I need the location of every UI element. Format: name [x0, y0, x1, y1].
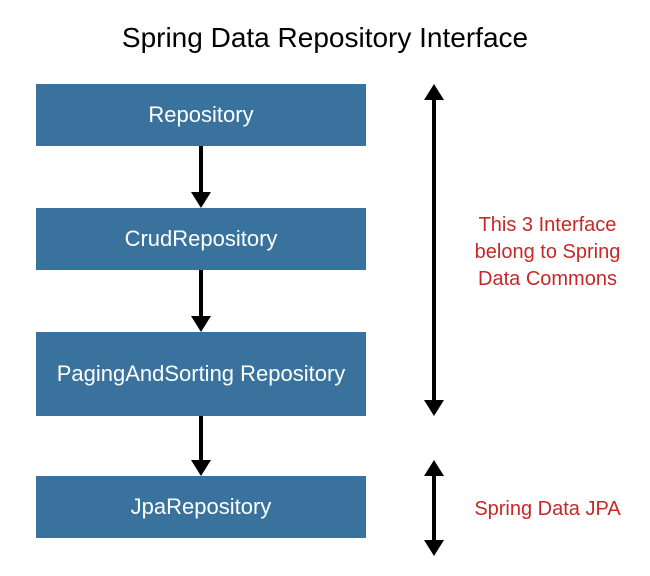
- arrow-down-icon: [196, 416, 206, 476]
- box-jpa-repository-label: JpaRepository: [131, 494, 272, 520]
- box-repository-label: Repository: [148, 102, 253, 128]
- box-paging-sorting-repository: PagingAndSorting Repository: [36, 332, 366, 416]
- annotation-jpa: Spring Data JPA: [455, 496, 640, 523]
- box-crud-repository-label: CrudRepository: [125, 226, 278, 252]
- double-arrow-icon: [424, 84, 444, 416]
- page-title: Spring Data Repository Interface: [0, 22, 650, 54]
- arrow-down-icon: [196, 146, 206, 208]
- box-repository: Repository: [36, 84, 366, 146]
- box-crud-repository: CrudRepository: [36, 208, 366, 270]
- box-paging-sorting-repository-label: PagingAndSorting Repository: [57, 361, 346, 387]
- double-arrow-icon: [424, 460, 444, 556]
- annotation-commons: This 3 Interface belong to Spring Data C…: [455, 212, 640, 293]
- box-jpa-repository: JpaRepository: [36, 476, 366, 538]
- arrow-down-icon: [196, 270, 206, 332]
